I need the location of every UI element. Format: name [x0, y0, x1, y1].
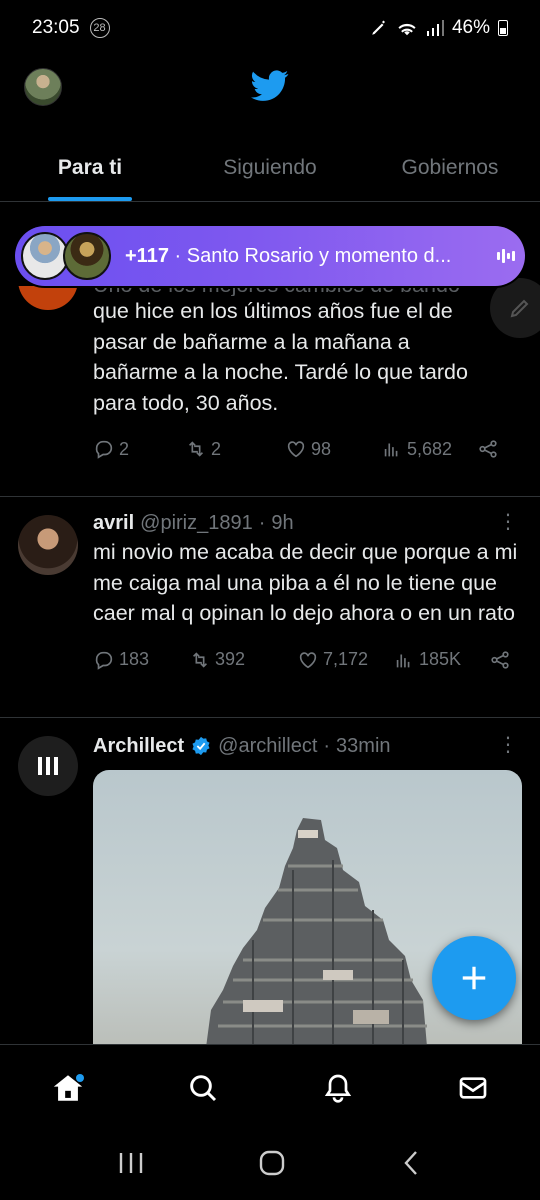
tweet-time: 9h	[271, 511, 294, 534]
more-options-icon[interactable]: ⋮	[498, 509, 518, 534]
plus-icon	[462, 966, 486, 990]
home-circle-icon[interactable]	[258, 1149, 286, 1182]
tab-gobiernos[interactable]: Gobiernos	[360, 140, 540, 201]
verified-badge-icon	[192, 736, 210, 756]
author-name[interactable]: avril	[93, 512, 134, 535]
views-icon	[384, 443, 398, 457]
signal-icon	[426, 20, 444, 36]
tweet[interactable]: avril @piriz_1891 · 9h ⋮ mi novio me aca…	[0, 497, 540, 718]
tab-para-ti[interactable]: Para ti	[0, 140, 180, 201]
bell-icon	[324, 1074, 351, 1103]
battery-icon	[498, 20, 508, 36]
timeline-tabs: Para ti Siguiendo Gobiernos	[0, 140, 540, 202]
timeline-feed[interactable]: Uno de los mejores cambios de bando que …	[0, 286, 540, 1044]
bottom-navigation	[0, 1044, 540, 1130]
status-time: 23:05	[32, 17, 80, 38]
author-avatar[interactable]	[18, 286, 78, 310]
author-avatar[interactable]	[18, 736, 78, 796]
retweet-icon	[192, 651, 208, 668]
space-title-text: Santo Rosario y momento d...	[186, 244, 452, 267]
compose-tweet-button[interactable]	[432, 936, 516, 1020]
tweet-actions: 183 392 7,172 185K	[93, 645, 518, 675]
reply-button[interactable]: 183	[93, 649, 189, 671]
retweet-icon	[188, 441, 204, 457]
like-button[interactable]: 98	[285, 438, 381, 460]
views-button[interactable]: 5,682	[381, 438, 477, 460]
reply-button[interactable]: 2	[93, 438, 185, 460]
space-host-avatar	[21, 232, 69, 280]
wifi-icon	[396, 19, 418, 37]
edit-pen-icon	[370, 19, 388, 37]
author-name[interactable]: Archillect	[93, 735, 184, 758]
share-icon	[479, 440, 497, 458]
like-button[interactable]: 7,172	[297, 649, 393, 671]
tweet-partial-text: Uno de los mejores cambios de bando	[93, 286, 518, 296]
app-header	[0, 60, 540, 120]
profile-avatar[interactable]	[24, 68, 62, 106]
tweet-header: Archillect @archillect · 33min	[93, 734, 391, 758]
views-button[interactable]: 185K	[393, 649, 489, 671]
space-listener-count: +117	[125, 244, 169, 267]
battery-percent: 46%	[451, 17, 490, 38]
back-icon[interactable]	[399, 1149, 423, 1182]
author-handle: @piriz_1891	[140, 511, 253, 534]
tweet-actions: 2 2 98 5,682	[93, 434, 518, 464]
space-title: +117 · Santo Rosario y momento d...	[125, 244, 452, 267]
audio-wave-icon	[497, 249, 515, 263]
tweet[interactable]: Uno de los mejores cambios de bando que …	[0, 286, 540, 497]
live-space-pill[interactable]: +117 · Santo Rosario y momento d...	[15, 226, 525, 286]
reply-icon	[95, 440, 113, 459]
twitter-bird-icon[interactable]	[251, 70, 289, 102]
search-icon	[189, 1074, 216, 1101]
system-navigation	[0, 1130, 540, 1200]
recent-apps-icon[interactable]	[117, 1151, 145, 1180]
nav-messages[interactable]	[443, 1058, 503, 1118]
share-icon	[491, 650, 509, 669]
retweet-button[interactable]: 2	[185, 438, 285, 460]
archillect-logo-icon	[38, 757, 58, 775]
views-icon	[396, 654, 410, 667]
tweet-text: que hice en los últimos años fue el de p…	[93, 299, 468, 415]
author-avatar[interactable]	[18, 515, 78, 575]
reply-icon	[95, 651, 113, 670]
status-bar: 23:05 28 46%	[0, 0, 540, 56]
retweet-button[interactable]: 392	[189, 649, 297, 671]
tweet-text: mi novio me acaba de decir que porque a …	[93, 540, 518, 625]
share-button[interactable]	[489, 649, 511, 671]
mail-icon	[459, 1076, 486, 1099]
more-options-icon[interactable]: ⋮	[498, 732, 518, 757]
tab-siguiendo[interactable]: Siguiendo	[180, 140, 360, 201]
new-content-dot	[75, 1073, 84, 1082]
nav-home[interactable]	[38, 1058, 98, 1118]
tweet-time: 33min	[336, 734, 391, 757]
active-tab-indicator	[48, 197, 132, 201]
heart-icon	[299, 651, 317, 668]
nav-search[interactable]	[173, 1058, 233, 1118]
space-host-avatar	[63, 232, 111, 280]
tweet-header: avril @piriz_1891 · 9h	[93, 511, 294, 535]
share-button[interactable]	[477, 438, 499, 460]
author-handle: @archillect	[218, 734, 318, 757]
notification-count-badge: 28	[89, 18, 110, 38]
nav-notifications[interactable]	[308, 1058, 368, 1118]
heart-icon	[287, 441, 305, 458]
